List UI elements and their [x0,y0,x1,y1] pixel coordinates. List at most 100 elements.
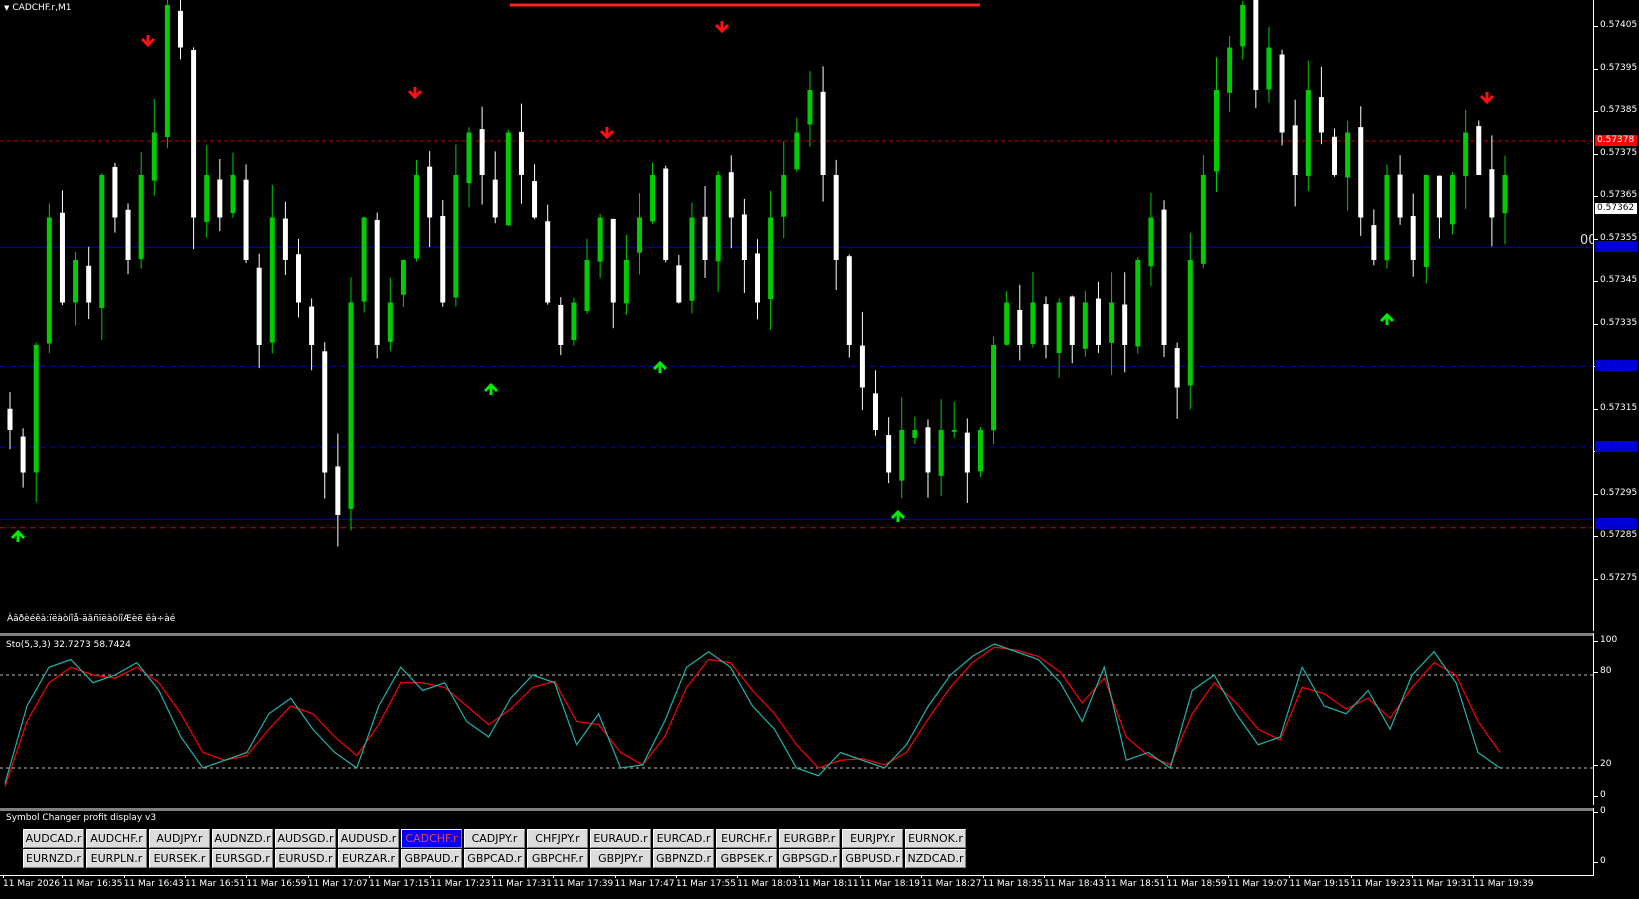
candle-body [1122,304,1128,345]
candle-body [243,179,249,260]
candle-body [177,10,183,48]
time-tick-label: 11 Mar 18:51 [1105,875,1166,889]
symbol-button-nzdcad-r[interactable]: NZDCAD.r [905,849,966,868]
time-tick-label: 11 Mar 19:39 [1473,875,1534,889]
candle-body [1463,132,1469,177]
candle-body [492,179,498,218]
time-tick-label: 11 Mar 19:31 [1412,875,1473,889]
price-level-tag: 0.57378 [1595,135,1637,146]
symbol-timeframe-label: CADCHF.r,M1 [12,3,72,13]
candle-body [73,260,79,303]
candle-body [859,345,865,388]
sell-signal-arrow [714,21,730,34]
symbol-button-cadchf-r[interactable]: CADCHF.r [401,829,462,848]
time-tick-label: 11 Mar 17:39 [553,875,614,889]
price-tick-label: 0.57285 [1593,530,1638,541]
symbol-button-gbpsgd-r[interactable]: GBPSGD.r [779,849,840,868]
time-tick-label: 11 Mar 19:15 [1289,875,1350,889]
symbol-button-gbpjpy-r[interactable]: GBPJPY.r [590,849,651,868]
time-tick-label: 11 Mar 18:11 [798,875,859,889]
candle-body [755,253,760,303]
candle-body [807,90,813,125]
candle-body [597,217,603,262]
symbol-button-eurjpy-r[interactable]: EURJPY.r [842,829,903,848]
symbol-button-eursgd-r[interactable]: EURSGD.r [212,849,273,868]
symbol-button-gbpsek-r[interactable]: GBPSEK.r [716,849,777,868]
stochastic-tick-label: 20 [1593,759,1612,769]
time-tick-label: 11 Mar 18:27 [921,875,982,889]
candle-body [610,218,616,303]
symbol-button-gbpusd-r[interactable]: GBPUSD.r [842,849,903,868]
candle-body [951,430,957,432]
time-tick-label: 11 Mar 17:47 [614,875,675,889]
candle-body [1397,174,1403,218]
candle-body [964,432,970,473]
candle-body [1502,175,1508,214]
candle-body [1030,302,1036,345]
candle-body [309,306,315,345]
time-tick-label: 11 Mar 19:23 [1350,875,1411,889]
candle-body [217,179,223,218]
candle-body [571,302,577,341]
price-chart-pane[interactable]: ▼ CADCHF.r,M1 Àâðèéêà:ïëàòíîå-äâñïëàòíîÆè… [0,0,1597,631]
symbol-button-gbpchf-r[interactable]: GBPCHF.r [527,849,588,868]
symbol-button-cadjpy-r[interactable]: CADJPY.r [464,829,525,848]
candle-body [636,217,642,253]
candle-body [781,175,787,217]
candle-body [1095,298,1101,345]
symbol-button-audchf-r[interactable]: AUDCHF.r [86,829,147,848]
stochastic-tick-label: 100 [1593,635,1618,645]
candle-body [689,217,695,301]
symbol-button-eurusd-r[interactable]: EURUSD.r [275,849,336,868]
candle-body [33,345,39,473]
candle-body [545,221,551,303]
candle-body [414,175,420,259]
time-tick-label: 11 Mar 2026 [3,875,61,889]
buy-signal-arrow [10,529,26,542]
symbol-panel-tick: 0 [1594,806,1606,816]
candle-body [1305,90,1311,176]
candle-body [1187,260,1193,386]
symbol-button-eursek-r[interactable]: EURSEK.r [149,849,210,868]
candle-body [1004,302,1010,345]
candle-body [1279,54,1285,133]
symbol-button-audnzd-r[interactable]: AUDNZD.r [212,829,273,848]
candle-body [846,256,852,345]
price-tick-label: 0.57315 [1593,402,1638,413]
stochastic-main-line [4,643,1501,784]
symbol-button-eurgbp-r[interactable]: EURGBP.r [779,829,840,848]
time-tick-label: 11 Mar 17:31 [491,875,552,889]
symbol-button-eurpln-r[interactable]: EURPLN.r [86,849,147,868]
symbol-button-chfjpy-r[interactable]: CHFJPY.r [527,829,588,848]
symbol-button-audsgd-r[interactable]: AUDSGD.r [275,829,336,848]
time-tick-label: 11 Mar 18:03 [737,875,798,889]
candle-body [925,427,931,473]
collapse-triangle-icon[interactable]: ▼ [4,4,9,12]
candle-body [938,430,944,476]
symbol-button-gbpaud-r[interactable]: GBPAUD.r [401,849,462,868]
buy-signal-arrow [483,382,499,395]
symbol-button-gbpcad-r[interactable]: GBPCAD.r [464,849,525,868]
stochastic-pane[interactable]: Sto(5,3,3) 32.7273 58.7424 [0,633,1594,808]
symbol-button-audjpy-r[interactable]: AUDJPY.r [149,829,210,848]
symbol-button-eurnok-r[interactable]: EURNOK.r [905,829,966,848]
symbol-button-eurzar-r[interactable]: EURZAR.r [338,849,399,868]
candle-body [676,265,682,303]
time-tick-label: 11 Mar 18:35 [982,875,1043,889]
symbol-button-eurchf-r[interactable]: EURCHF.r [716,829,777,848]
price-axis[interactable]: 0.57405 0.57395 0.57385 0.57375 0.57365 0.573… [1593,0,1639,631]
symbol-button-audusd-r[interactable]: AUDUSD.r [338,829,399,848]
candle-body [1213,90,1219,172]
candle-body [387,302,393,342]
symbol-button-gbpnzd-r[interactable]: GBPNZD.r [653,849,714,868]
candle-body [1410,216,1416,260]
candle-body [1043,304,1049,345]
symbol-button-eurcad-r[interactable]: EURCAD.r [653,829,714,848]
candle-body [912,430,918,438]
buy-signal-arrow [652,360,668,373]
symbol-button-euraud-r[interactable]: EURAUD.r [590,829,651,848]
symbol-button-audcad-r[interactable]: AUDCAD.r [23,829,84,848]
candle-body [374,219,380,345]
symbol-button-eurnzd-r[interactable]: EURNZD.r [23,849,84,868]
candlestick-chart[interactable] [0,0,1594,631]
